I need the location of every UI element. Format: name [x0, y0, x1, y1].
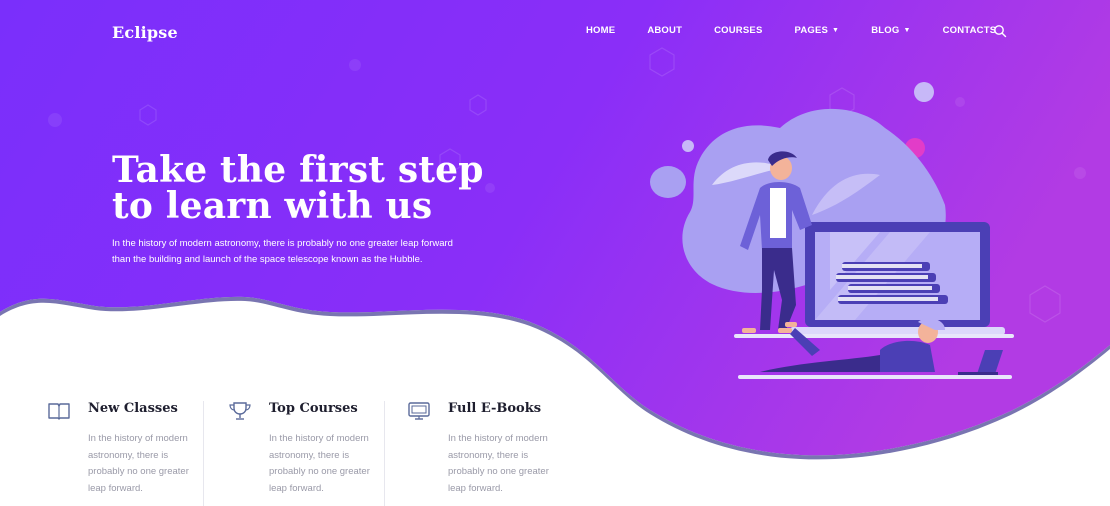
chevron-down-icon: ▼ — [832, 27, 840, 34]
nav-item-label: CONTACTS — [942, 25, 997, 36]
nav-item-label: COURSES — [714, 25, 763, 36]
feature-divider — [203, 401, 204, 506]
hero-title-line: to learn with us — [112, 185, 433, 227]
nav-item-courses[interactable]: COURSES — [714, 25, 762, 36]
nav-menu: HOME ABOUT COURSES PAGES ▼ BLOG ▼ CONTACTS — [586, 25, 1028, 36]
nav-item-label: HOME — [586, 25, 616, 36]
monitor-icon — [408, 402, 430, 420]
nav-item-pages[interactable]: PAGES ▼ — [794, 25, 839, 36]
hero-title: Take the first step to learn with us — [112, 152, 484, 224]
nav-item-home[interactable]: HOME — [586, 25, 615, 36]
hero-title-line: Take the first step — [112, 149, 484, 191]
trophy-icon — [229, 402, 251, 420]
feature-text: In the history of modern astronomy, ther… — [269, 433, 370, 494]
brand-logo[interactable]: Eclipse — [112, 23, 178, 42]
chevron-down-icon: ▼ — [903, 27, 911, 34]
nav-item-label: PAGES — [794, 25, 829, 36]
feature-title: New Classes — [88, 401, 178, 416]
features-row: New Classes In the history of modern ast… — [0, 395, 1110, 506]
nav-item-label: BLOG — [871, 25, 900, 36]
hero-description: In the history of modern astronomy, ther… — [112, 238, 453, 265]
hero-section: Eclipse HOME ABOUT COURSES PAGES ▼ BLOG ▼ … — [0, 0, 1110, 506]
feature-title: Full E-Books — [448, 401, 542, 416]
book-icon — [48, 403, 70, 420]
nav-item-label: ABOUT — [647, 25, 683, 36]
nav-item-about[interactable]: ABOUT — [647, 25, 682, 36]
feature-text: In the history of modern astronomy, ther… — [88, 433, 189, 494]
nav-item-contacts[interactable]: CONTACTS — [943, 25, 997, 36]
feature-divider — [384, 401, 385, 506]
feature-text: In the history of modern astronomy, ther… — [448, 433, 549, 494]
feature-title: Top Courses — [269, 401, 358, 416]
search-icon[interactable] — [993, 24, 1007, 38]
nav-item-blog[interactable]: BLOG ▼ — [871, 25, 910, 36]
top-navigation: Eclipse HOME ABOUT COURSES PAGES ▼ BLOG ▼ … — [0, 18, 1110, 46]
